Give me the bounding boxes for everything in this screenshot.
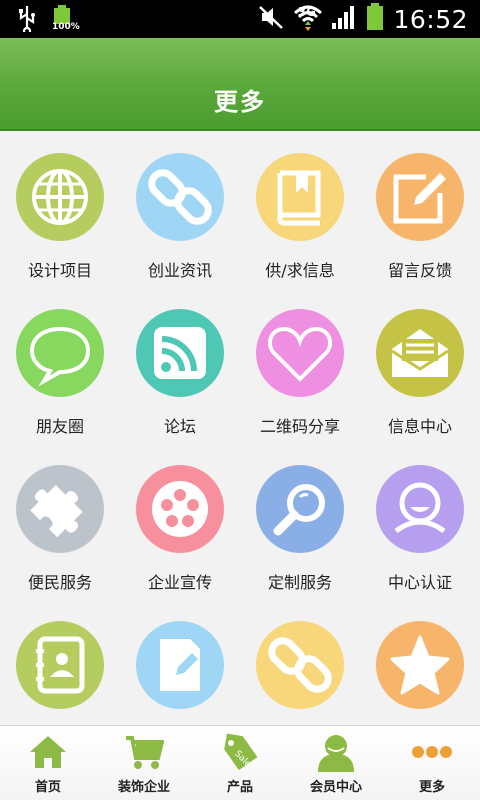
globe-icon (16, 153, 104, 241)
grid-item-icon-bg (256, 153, 344, 241)
tab-label: 会员中心 (309, 780, 362, 795)
star-icon (376, 621, 464, 709)
grid-item-corporate-promo[interactable]: 企业宣传 (120, 443, 240, 599)
grid-item-icon-bg (376, 309, 464, 397)
magnifier-icon (256, 465, 344, 553)
tab-home[interactable]: 首页 (0, 726, 96, 800)
grid-item-supply-demand[interactable]: 供/求信息 (240, 131, 360, 287)
grid-item-icon-bg (16, 153, 104, 241)
grid-item-center-certification[interactable]: 中心认证 (360, 443, 480, 599)
grid-item-label: 二维码分享 (259, 417, 340, 436)
grid-item-icon-bg (136, 309, 224, 397)
grid-item-label: 中心认证 (387, 573, 452, 592)
grid-item-label: 设计项目 (27, 261, 92, 280)
link-icon (256, 621, 344, 709)
grid-item-label: 朋友圈 (35, 417, 84, 436)
clock: 16:52 (393, 4, 468, 34)
status-bar: 100% 3G 16:52 (0, 0, 480, 38)
grid-item-favorites[interactable] (360, 599, 480, 725)
chat-bubble-icon (16, 309, 104, 397)
tab-more[interactable]: 更多 (384, 726, 480, 800)
grid-item-icon-bg (376, 153, 464, 241)
grid-item-icon-bg (136, 153, 224, 241)
grid-item-label: 定制服务 (267, 573, 332, 592)
grid-item-label: 论坛 (163, 417, 196, 436)
more-icon (412, 746, 452, 758)
grid-item-label: 供/求信息 (265, 261, 335, 280)
grid-item-icon-bg (136, 465, 224, 553)
grid-item-contacts[interactable] (0, 599, 120, 725)
grid-item-label: 信息中心 (387, 417, 452, 436)
grid-item-info-center[interactable]: 信息中心 (360, 287, 480, 443)
grid-item-label: 企业宣传 (147, 573, 212, 592)
sale-tag-icon: Sale (224, 733, 258, 771)
tab-label: 装饰企业 (117, 780, 170, 795)
grid-item-icon-bg (256, 309, 344, 397)
puzzle-icon (16, 465, 104, 553)
tab-label: 更多 (418, 780, 445, 795)
heart-icon (256, 309, 344, 397)
grid-item-moments[interactable]: 朋友圈 (0, 287, 120, 443)
grid-item-design-projects[interactable]: 设计项目 (0, 131, 120, 287)
grid-item-label: 留言反馈 (387, 261, 452, 280)
link-icon (136, 153, 224, 241)
battery-percent: 100% (52, 22, 80, 32)
grid-item-icon-bg (256, 621, 344, 709)
grid-item-label: 创业资讯 (147, 261, 212, 280)
grid-item-forum[interactable]: 论坛 (120, 287, 240, 443)
document-edit-icon (136, 621, 224, 709)
rss-icon (136, 309, 224, 397)
battery-full-icon (365, 2, 385, 36)
tab-label: 产品 (226, 780, 253, 795)
grid-item-icon-bg (376, 621, 464, 709)
film-reel-icon (136, 465, 224, 553)
home-icon (30, 736, 66, 768)
grid-item-label: 便民服务 (27, 573, 92, 592)
member-icon (318, 735, 354, 772)
grid-item-startup-news[interactable]: 创业资讯 (120, 131, 240, 287)
grid-item-icon-bg (136, 621, 224, 709)
grid-item-icon-bg (16, 465, 104, 553)
feature-grid: 设计项目 创业资讯 供/求信息 留言反馈 朋友圈 论坛 二维码分享 信息中心 便… (0, 131, 480, 725)
grid-item-icon-bg (16, 621, 104, 709)
network-type: 3G (297, 5, 316, 19)
address-book-icon (16, 621, 104, 709)
tab-label: 首页 (34, 780, 61, 795)
bottom-tab-bar: 首页 装饰企业 Sale 产品 会员中心 更多 (0, 725, 480, 800)
cart-icon (126, 736, 164, 769)
user-icon (376, 465, 464, 553)
grid-item-link-2[interactable] (240, 599, 360, 725)
grid-item-icon-bg (256, 465, 344, 553)
book-icon (256, 153, 344, 241)
title-bar: 更多 (0, 38, 480, 131)
signal-icon (331, 3, 357, 35)
tab-decoration-companies[interactable]: 装饰企业 (96, 726, 192, 800)
grid-item-feedback[interactable]: 留言反馈 (360, 131, 480, 287)
grid-item-icon-bg (16, 309, 104, 397)
grid-item-qr-share[interactable]: 二维码分享 (240, 287, 360, 443)
mute-icon (257, 3, 285, 35)
tab-products[interactable]: Sale 产品 (192, 726, 288, 800)
edit-icon (376, 153, 464, 241)
grid-item-document-edit[interactable] (120, 599, 240, 725)
grid-item-convenience-services[interactable]: 便民服务 (0, 443, 120, 599)
page-title: 更多 (214, 88, 266, 116)
tab-member-center[interactable]: 会员中心 (288, 726, 384, 800)
grid-item-icon-bg (376, 465, 464, 553)
grid-item-custom-services[interactable]: 定制服务 (240, 443, 360, 599)
usb-icon (16, 4, 38, 36)
mail-icon (376, 309, 464, 397)
